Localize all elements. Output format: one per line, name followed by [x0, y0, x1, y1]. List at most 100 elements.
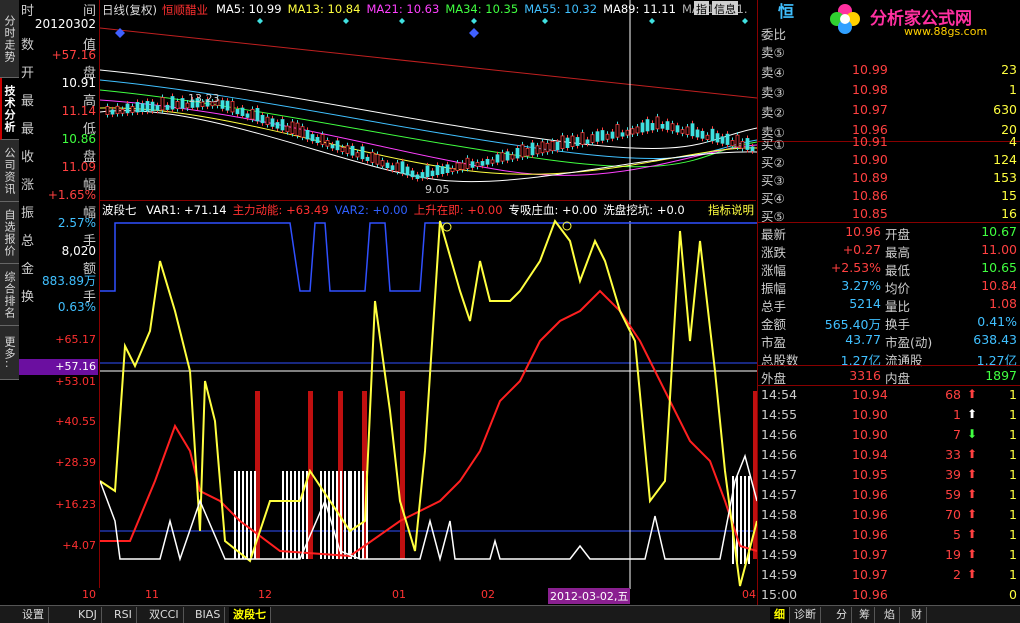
- left-info-panel: 时 间 20120302 数值 +57.16 开盘 10.91 最高 11.14 最低 10.…: [19, 0, 98, 605]
- tab-right-panel[interactable]: 焰: [880, 607, 900, 623]
- arrow-up-icon: ⬆: [966, 407, 977, 421]
- candle: [490, 159, 495, 164]
- ma110-line: [100, 27, 757, 99]
- stat-row: 振幅 3.27% 均价 10.84: [758, 276, 1020, 296]
- y-axis-label: +53.01: [55, 375, 96, 388]
- candle: [115, 105, 120, 115]
- candle: [135, 102, 140, 113]
- tick-volume: 59: [945, 487, 961, 502]
- candle: [140, 103, 145, 112]
- tab-company-info[interactable]: 公司资讯: [0, 140, 19, 202]
- tab-kdj[interactable]: KDJ: [74, 607, 102, 623]
- signal-dot-icon: [257, 18, 263, 24]
- signal-stripe: [298, 471, 300, 559]
- signal-stripe: [358, 471, 360, 559]
- tick-time: 14:55: [761, 407, 798, 422]
- quote-label: 卖③: [761, 85, 785, 100]
- tab-watchlist[interactable]: 自选报价: [0, 202, 19, 264]
- quote-label: 卖④: [761, 65, 785, 80]
- buy-level-row: 买① 10.91 4: [758, 132, 1020, 152]
- candle: [130, 106, 135, 113]
- tab-rsi[interactable]: RSI: [110, 607, 137, 623]
- info-value: 0.63%: [57, 300, 96, 314]
- tick-volume: 39: [945, 467, 961, 482]
- signal-stripe: [350, 471, 352, 559]
- candle: [160, 97, 165, 111]
- tab-more[interactable]: 更多..: [0, 326, 19, 380]
- candle: [505, 151, 510, 161]
- tick-price: 10.96: [852, 507, 888, 522]
- arrow-up-icon: ⬆: [966, 547, 977, 561]
- tab-bias[interactable]: BIAS: [191, 607, 226, 623]
- tab-right-panel[interactable]: 诊断: [790, 607, 821, 623]
- candle: [615, 124, 620, 138]
- stat-value-right: 0.41%: [977, 314, 1017, 329]
- tick-count: 1: [1009, 467, 1017, 482]
- price-chart[interactable]: 日线(复权) 恒顺醋业 MA5: 10.99 MA13: 10.84 MA21: 1…: [99, 0, 757, 200]
- candle: [595, 131, 600, 142]
- x-label-04: 04: [742, 588, 756, 601]
- candle: [705, 134, 710, 140]
- candle: [145, 101, 150, 112]
- logo: 恒 分析家公式网 www.88gs.com: [778, 0, 1020, 38]
- tab-ranking[interactable]: 综合排名: [0, 264, 19, 326]
- arrow-up-icon: ⬆: [966, 507, 977, 521]
- stat-value-left: 5214: [849, 296, 881, 311]
- candle: [320, 134, 325, 145]
- candle: [550, 140, 555, 152]
- quote-price: 10.98: [852, 82, 888, 97]
- y-axis-label: +16.23: [55, 498, 96, 511]
- signal-dot-icon: [343, 18, 349, 24]
- candle: [400, 161, 405, 174]
- candle: [575, 137, 580, 146]
- tab-technical-analysis[interactable]: 技术分析: [0, 78, 19, 140]
- tab-right-panel[interactable]: 细: [770, 607, 790, 623]
- tab-right-panel[interactable]: 分: [832, 607, 852, 623]
- tab-dual-cci[interactable]: 双CCI: [145, 607, 184, 623]
- stat-value-right: 11.00: [981, 242, 1017, 257]
- tab-right-panel[interactable]: 财: [907, 607, 927, 623]
- y-axis-label: +65.17: [55, 333, 96, 346]
- candle: [745, 138, 750, 150]
- indicator-chart[interactable]: 波段七 VAR1: +71.14 主力动能: +63.49 VAR2: +0.00 上…: [99, 200, 757, 589]
- candle: [630, 128, 635, 135]
- tick-price: 10.97: [852, 547, 888, 562]
- quote-volume: 124: [993, 152, 1017, 167]
- tick-volume: 68: [945, 387, 961, 402]
- candle: [515, 147, 520, 159]
- candle: [180, 98, 185, 109]
- candle: [120, 109, 125, 114]
- candle: [625, 129, 630, 136]
- candle: [345, 145, 350, 154]
- outer-inner-row: 外盘 3316 内盘 1897: [758, 366, 1020, 386]
- info-value: 10.91: [61, 76, 96, 90]
- tick-count: 1: [1009, 407, 1017, 422]
- x-label-10: 10: [82, 588, 96, 601]
- quote-label: 卖⑤: [761, 45, 785, 60]
- signal-stripe: [242, 471, 244, 559]
- info-value: +1.65%: [47, 188, 96, 202]
- info-value: 10.86: [61, 132, 96, 146]
- tab-intraday[interactable]: 分时走势: [0, 0, 19, 78]
- candle: [635, 126, 640, 134]
- candle: [730, 140, 735, 147]
- quote-price: 10.90: [852, 152, 888, 167]
- info-value: 11.14: [61, 104, 96, 118]
- candle: [740, 141, 745, 149]
- signal-stripe: [246, 471, 248, 559]
- buy-level-row: 买② 10.90 124: [758, 150, 1020, 170]
- tab-right-panel[interactable]: 筹: [855, 607, 875, 623]
- candle: [340, 147, 345, 152]
- tick-volume: 1: [953, 407, 961, 422]
- candle: [530, 142, 535, 156]
- y-axis-label: +4.07: [62, 539, 96, 552]
- tick-count: 1: [1009, 527, 1017, 542]
- candle: [485, 158, 490, 165]
- quote-price: 10.86: [852, 188, 888, 203]
- tab-band-seven[interactable]: 波段七: [229, 607, 271, 623]
- tick-price: 10.96: [852, 527, 888, 542]
- info-value: 8,020: [61, 244, 96, 258]
- tab-settings[interactable]: 设置: [18, 607, 49, 623]
- candle: [525, 147, 530, 157]
- arrow-up-icon: ⬆: [966, 487, 977, 501]
